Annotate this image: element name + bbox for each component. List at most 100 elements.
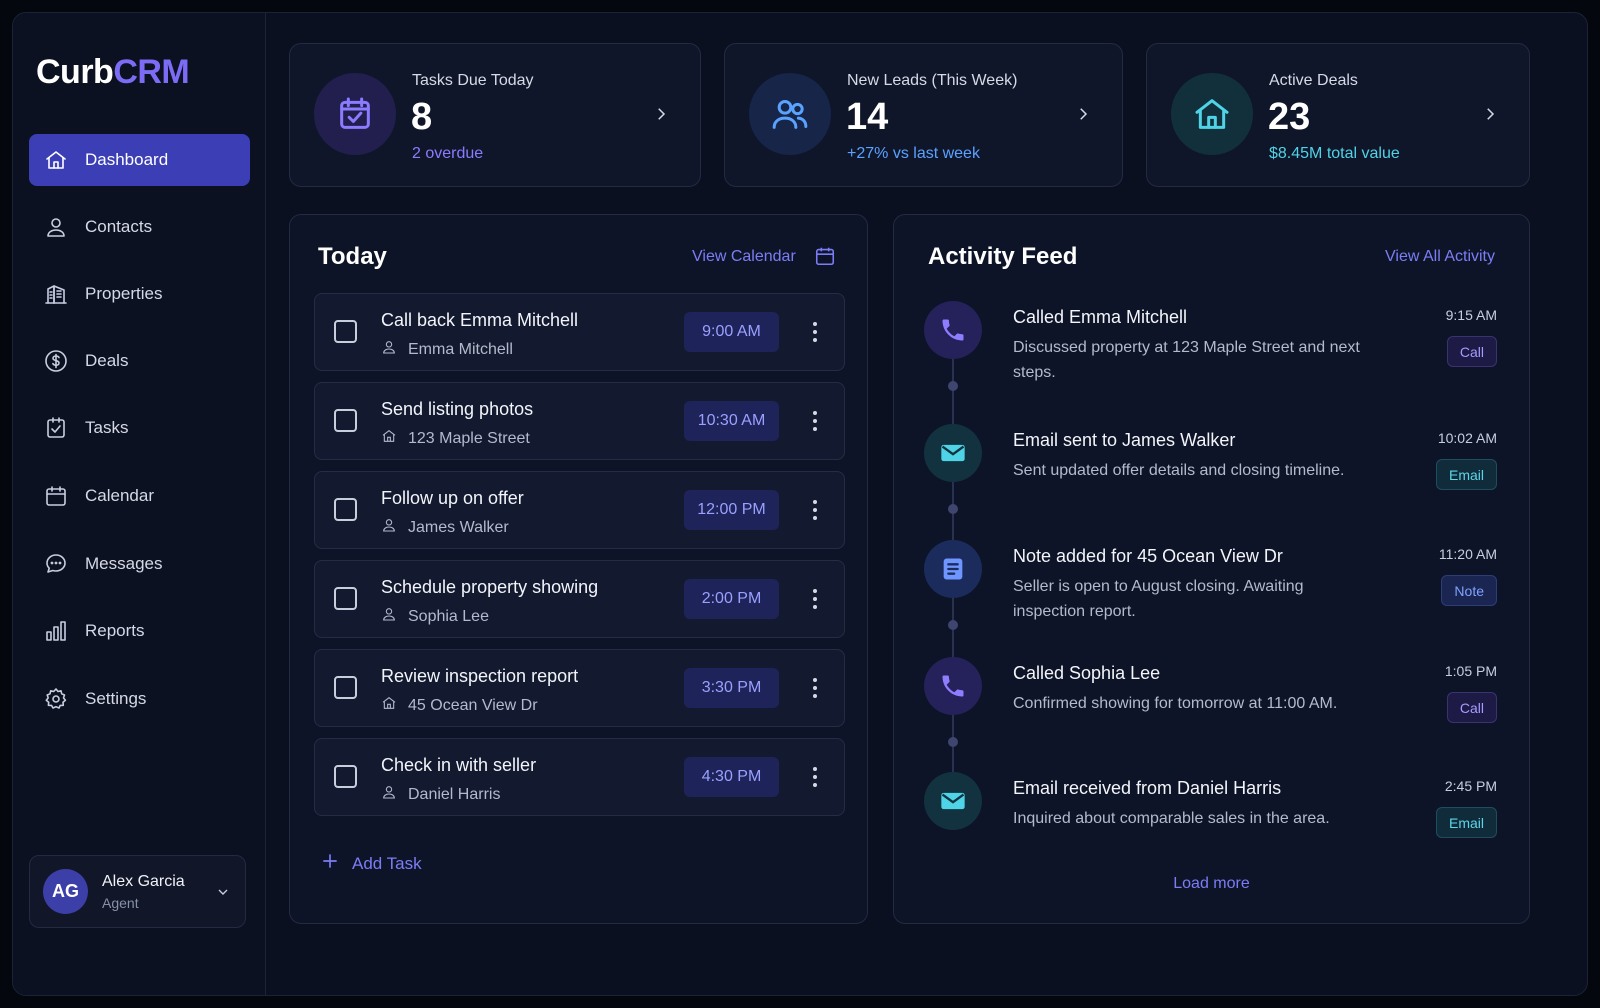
task-subtitle: Emma Mitchell [381,339,513,360]
calendar-check-icon [314,73,396,155]
sidebar-item-reports[interactable]: Reports [29,605,250,657]
task-item[interactable]: Send listing photos 123 Maple Street 10:30… [314,382,845,460]
stat-value: 23 [1268,96,1311,138]
stat-label: Active Deals [1269,72,1358,89]
task-item[interactable]: Follow up on offer James Walker 12:00 PM [314,471,845,549]
more-options-icon[interactable] [809,500,821,522]
users-icon [749,73,831,155]
stat-card-active-deals[interactable]: Active Deals 23 $8.45M total value [1146,43,1530,187]
task-subtitle-text: Sophia Lee [408,607,489,625]
calendar-icon[interactable] [814,245,836,272]
chevron-right-icon[interactable] [1481,105,1499,128]
sidebar-item-label: Tasks [85,418,129,437]
task-subtitle-text: Emma Mitchell [408,340,513,358]
task-checkbox[interactable] [334,765,357,788]
bar-chart-icon [43,618,69,644]
activity-title: Called Sophia Lee [1013,663,1161,683]
task-time-badge: 4:30 PM [684,757,779,797]
task-title: Follow up on offer [381,488,524,508]
app-logo[interactable]: CurbCRM [36,53,190,92]
task-title: Review inspection report [381,666,579,686]
task-time-badge: 3:30 PM [684,668,779,708]
activity-title: Email received from Daniel Harris [1013,778,1282,798]
stat-value: 14 [846,96,889,138]
sidebar-item-dashboard[interactable]: Dashboard [29,134,250,186]
task-item[interactable]: Call back Emma Mitchell Emma Mitchell 9:00… [314,293,845,371]
more-options-icon[interactable] [809,589,821,611]
activity-tag: Call [1446,336,1497,367]
sidebar-item-label: Settings [85,689,147,708]
sidebar-item-properties[interactable]: Properties [29,268,250,320]
task-item[interactable]: Review inspection report 45 Ocean View Dr… [314,649,845,727]
add-task-button[interactable]: Add Task [320,851,422,876]
sidebar-item-messages[interactable]: Messages [29,538,250,590]
more-options-icon[interactable] [809,322,821,344]
task-checkbox[interactable] [334,320,357,343]
user-icon [381,784,408,805]
sidebar-item-contacts[interactable]: Contacts [29,201,250,253]
activity-description: Seller is open to August closing. Awaiti… [1013,578,1304,620]
task-item[interactable]: Schedule property showing Sophia Lee 2:00 … [314,560,845,638]
home-icon [381,428,408,449]
stat-value: 8 [411,96,433,138]
view-all-activity-link[interactable]: View All Activity [1385,248,1495,266]
timeline-dot [948,381,958,391]
sidebar-item-tasks[interactable]: Tasks [29,402,250,454]
sidebar-item-label: Reports [85,621,145,640]
user-name: Alex Garcia [102,872,185,890]
chevron-down-icon[interactable] [215,884,231,905]
more-options-icon[interactable] [809,678,821,700]
chevron-right-icon[interactable] [652,105,670,128]
activity-time: 9:15 AM [1445,307,1497,323]
timeline-dot [948,504,958,514]
user-icon [43,214,69,240]
task-checkbox[interactable] [334,676,357,699]
more-options-icon[interactable] [809,767,821,789]
sidebar-item-settings[interactable]: Settings [29,673,250,725]
task-subtitle-text: 45 Ocean View Dr [408,696,538,714]
task-checkbox[interactable] [334,498,357,521]
task-title: Send listing photos [381,399,534,419]
load-more-button[interactable]: Load more [894,875,1529,893]
activity-time: 1:05 PM [1444,663,1497,679]
stat-card-tasks-due[interactable]: Tasks Due Today 8 2 overdue [289,43,701,187]
task-item[interactable]: Check in with seller Daniel Harris 4:30 PM [314,738,845,816]
timeline-dot [948,620,958,630]
user-info: Alex Garcia Agent [102,873,185,911]
sidebar-item-label: Messages [85,554,163,573]
task-subtitle: 123 Maple Street [381,428,530,449]
sidebar-item-label: Dashboard [85,150,169,169]
task-time-badge: 10:30 AM [684,401,779,441]
chat-icon [43,551,69,577]
user-menu[interactable]: AG Alex Garcia Agent [29,855,246,928]
building-icon [43,281,69,307]
calendar-icon [43,483,69,509]
home-icon [381,695,408,716]
stat-card-new-leads[interactable]: New Leads (This Week) 14 +27% vs last we… [724,43,1123,187]
task-checkbox[interactable] [334,587,357,610]
dollar-icon [43,348,69,374]
logo-text-crm: CRM [113,53,190,91]
sidebar-item-calendar[interactable]: Calendar [29,470,250,522]
more-options-icon[interactable] [809,411,821,433]
activity-title: Note added for 45 Ocean View Dr [1013,546,1283,566]
activity-tag: Email [1435,459,1497,490]
user-role: Agent [102,894,139,911]
task-subtitle: James Walker [381,517,509,538]
activity-panel: Activity Feed View All Activity Called E… [893,214,1530,924]
mail-icon [924,424,982,482]
activity-title: Called Emma Mitchell [1013,307,1188,327]
activity-description: Discussed property at 123 Maple Street a… [1013,339,1360,381]
view-calendar-link[interactable]: View Calendar [692,248,796,266]
task-subtitle: 45 Ocean View Dr [381,695,538,716]
chevron-right-icon[interactable] [1074,105,1092,128]
task-time-badge: 2:00 PM [684,579,779,619]
sidebar-item-label: Contacts [85,217,153,236]
task-subtitle-text: James Walker [408,518,509,536]
task-subtitle-text: Daniel Harris [408,785,501,803]
logo-text-curb: Curb [36,53,114,91]
sidebar-item-deals[interactable]: Deals [29,335,250,387]
activity-tag: Call [1446,692,1497,723]
task-checkbox[interactable] [334,409,357,432]
task-time-badge: 9:00 AM [684,312,779,352]
